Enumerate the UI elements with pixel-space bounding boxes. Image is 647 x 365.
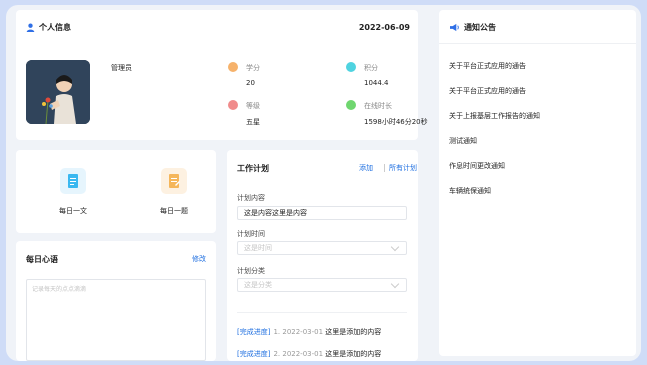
chevron-down-icon [390,279,400,289]
daily-mood-card: 每日心语 修改 [16,241,216,361]
quick-links-card: 每日一文 每日一题 [16,150,216,233]
notice-item[interactable]: 车辆统保通知 [449,186,491,196]
all-plans-link[interactable]: 所有计划 [389,163,417,173]
time-label: 计划时间 [237,230,265,238]
profile-title: 个人信息 [39,23,71,32]
progress-text: 这里是添加的内容 [325,328,382,336]
mood-textarea[interactable] [26,279,206,361]
content-label: 计划内容 [237,194,265,202]
points-icon [346,62,356,72]
progress-item[interactable]: [完成进度] 1. 2022-03-01 这里是添加的内容 [237,327,381,337]
online-time-icon [346,100,356,110]
user-icon [26,23,35,32]
avatar-illustration [26,60,90,124]
notice-item[interactable]: 关于平台正式应用的通告 [449,86,526,96]
progress-item[interactable]: [完成进度] 2. 2022-03-01 这里是添加的内容 [237,349,381,359]
avatar [26,60,90,124]
stat-label: 在线时长 [364,102,392,110]
work-plan-card: 工作计划 添加 所有计划 计划内容 这是内容这里是内容 计划时间 这是时间 计划… [227,150,418,361]
progress-tag: [完成进度] [237,350,271,358]
dashboard: 个人信息 2022-06-09 管理员 学分 20 积分 1044.4 等级 五… [6,5,641,361]
content-value: 这是内容这里是内容 [244,209,307,217]
notice-item[interactable]: 作息时间更改通知 [449,161,505,171]
level-icon [228,100,238,110]
divider [439,43,636,44]
article-icon [60,168,86,194]
daily-article-button[interactable]: 每日一文 [43,168,103,216]
time-placeholder: 这是时间 [244,244,272,252]
notice-header: 通知公告 [449,22,496,33]
credits-icon [228,62,238,72]
time-select[interactable]: 这是时间 [237,241,407,255]
notice-item[interactable]: 关于上报基层工作报告的通知 [449,111,540,121]
category-select[interactable]: 这是分类 [237,278,407,292]
divider [384,164,385,172]
mood-title: 每日心语 [26,255,58,264]
daily-article-label: 每日一文 [59,207,87,215]
category-placeholder: 这是分类 [244,281,272,289]
progress-meta: 1. 2022-03-01 [273,328,324,336]
stat-value: 1598小时46分20秒 [364,118,428,126]
category-label: 计划分类 [237,267,265,275]
user-name: 管理员 [111,64,132,72]
daily-question-label: 每日一题 [160,207,188,215]
notice-item[interactable]: 测试通知 [449,136,477,146]
stat-label: 学分 [246,64,260,72]
profile-header: 个人信息 [26,22,71,33]
stat-label: 积分 [364,64,378,72]
add-plan-button[interactable]: 添加 [359,163,373,173]
edit-mood-button[interactable]: 修改 [192,254,206,264]
content-input[interactable]: 这是内容这里是内容 [237,206,407,220]
stat-value: 20 [246,79,255,87]
profile-card: 个人信息 2022-06-09 管理员 学分 20 积分 1044.4 等级 五… [16,10,428,140]
stat-value: 五星 [246,118,260,126]
notice-title: 通知公告 [464,23,496,32]
progress-tag: [完成进度] [237,328,271,336]
progress-text: 这里是添加的内容 [325,350,382,358]
notice-card: 通知公告 关于平台正式应用的通告 关于平台正式应用的通告 关于上报基层工作报告的… [439,10,636,356]
notice-item[interactable]: 关于平台正式应用的通告 [449,61,526,71]
progress-meta: 2. 2022-03-01 [273,350,324,358]
chevron-down-icon [390,242,400,252]
divider [237,312,407,313]
megaphone-icon [450,23,459,32]
current-date: 2022-06-09 [358,23,410,32]
stat-value: 1044.4 [364,79,389,87]
plan-title: 工作计划 [237,164,269,173]
daily-question-button[interactable]: 每日一题 [144,168,204,216]
stat-label: 等级 [246,102,260,110]
question-icon [161,168,187,194]
